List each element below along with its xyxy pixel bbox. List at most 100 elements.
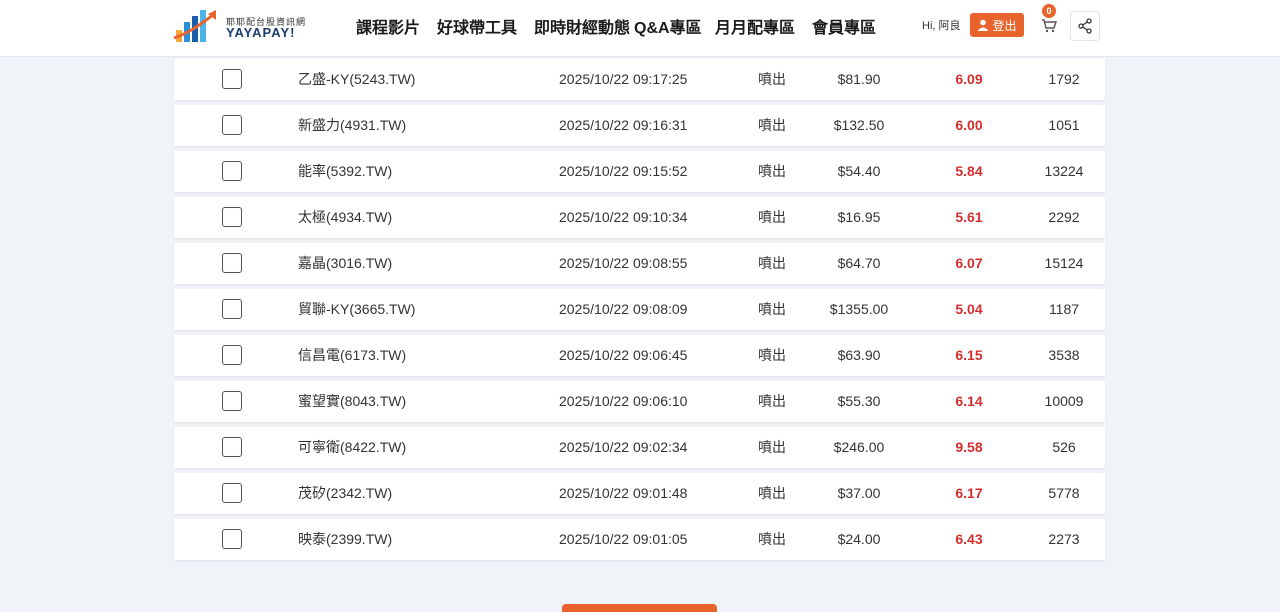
cart-count-badge: 0 (1042, 4, 1056, 18)
change-percent: 6.09 (955, 71, 983, 87)
nav-qa[interactable]: Q&A專區 (634, 14, 702, 38)
table-row: 可寧衛(8422.TW) 2025/10/22 09:02:34 噴出 $246… (174, 427, 1105, 468)
stock-name: 信昌電(6173.TW) (298, 347, 407, 363)
stock-alert-table: 乙盛-KY(5243.TW) 2025/10/22 09:17:25 噴出 $8… (174, 59, 1105, 565)
stock-price: $63.90 (837, 347, 881, 363)
table-row: 映泰(2399.TW) 2025/10/22 09:01:05 噴出 $24.0… (174, 519, 1105, 560)
user-icon (977, 19, 989, 31)
change-percent: 5.84 (955, 163, 983, 179)
stock-price: $246.00 (833, 439, 885, 455)
share-icon (1078, 18, 1092, 34)
change-percent: 6.43 (955, 531, 983, 547)
trade-volume: 10009 (1044, 393, 1084, 409)
row-checkbox[interactable] (222, 529, 242, 549)
change-percent: 6.15 (955, 347, 983, 363)
alert-time: 2025/10/22 09:10:34 (559, 209, 688, 225)
alert-type: 噴出 (758, 439, 786, 455)
logo-bars-icon (173, 10, 216, 42)
alert-type: 噴出 (758, 209, 786, 225)
table-row: 蜜望實(8043.TW) 2025/10/22 09:06:10 噴出 $55.… (174, 381, 1105, 422)
alert-type: 噴出 (758, 255, 786, 271)
table-row: 信昌電(6173.TW) 2025/10/22 09:06:45 噴出 $63.… (174, 335, 1105, 376)
alert-time: 2025/10/22 09:15:52 (559, 163, 688, 179)
nav-monthly-dividend[interactable]: 月月配專區 (715, 14, 795, 38)
stock-name: 能率(5392.TW) (298, 163, 393, 179)
trade-volume: 1792 (1048, 71, 1080, 87)
change-percent: 5.04 (955, 301, 983, 317)
share-button[interactable] (1070, 11, 1100, 41)
row-checkbox[interactable] (222, 207, 242, 227)
trade-volume: 5778 (1048, 485, 1080, 501)
trade-volume: 2273 (1048, 531, 1080, 547)
alert-type: 噴出 (758, 347, 786, 363)
nav-courses[interactable]: 課程影片 (356, 14, 420, 38)
stock-name: 新盛力(4931.TW) (298, 117, 407, 133)
alert-time: 2025/10/22 09:02:34 (559, 439, 688, 455)
row-checkbox[interactable] (222, 345, 242, 365)
change-percent: 5.61 (955, 209, 983, 225)
row-checkbox[interactable] (222, 115, 242, 135)
stock-price: $37.00 (837, 485, 881, 501)
row-checkbox[interactable] (222, 483, 242, 503)
trade-volume: 526 (1052, 439, 1076, 455)
row-checkbox[interactable] (222, 161, 242, 181)
logo-brand: YAYAPAY! (226, 25, 296, 40)
row-checkbox[interactable] (222, 253, 242, 273)
table-row: 貿聯-KY(3665.TW) 2025/10/22 09:08:09 噴出 $1… (174, 289, 1105, 330)
cart-icon (1042, 19, 1057, 33)
alert-time: 2025/10/22 09:06:45 (559, 347, 688, 363)
trade-volume: 2292 (1048, 209, 1080, 225)
logout-label: 登出 (992, 18, 1017, 33)
trade-volume: 1051 (1048, 117, 1080, 133)
change-percent: 6.00 (955, 117, 983, 133)
change-percent: 6.14 (955, 393, 983, 409)
load-more-button[interactable] (562, 604, 717, 612)
table-row: 茂矽(2342.TW) 2025/10/22 09:01:48 噴出 $37.0… (174, 473, 1105, 514)
stock-price: $16.95 (837, 209, 881, 225)
alert-type: 噴出 (758, 117, 786, 133)
stock-name: 乙盛-KY(5243.TW) (298, 71, 416, 87)
stock-name: 貿聯-KY(3665.TW) (298, 301, 416, 317)
table-row: 嘉晶(3016.TW) 2025/10/22 09:08:55 噴出 $64.7… (174, 243, 1105, 284)
alert-time: 2025/10/22 09:01:05 (559, 531, 688, 547)
row-checkbox[interactable] (222, 391, 242, 411)
trade-volume: 13224 (1044, 163, 1084, 179)
change-percent: 9.58 (955, 439, 983, 455)
table-row: 能率(5392.TW) 2025/10/22 09:15:52 噴出 $54.4… (174, 151, 1105, 192)
alert-time: 2025/10/22 09:08:55 (559, 255, 688, 271)
stock-name: 嘉晶(3016.TW) (298, 255, 393, 271)
alert-time: 2025/10/22 09:06:10 (559, 393, 688, 409)
stock-price: $132.50 (833, 117, 885, 133)
stock-name: 太極(4934.TW) (298, 209, 393, 225)
row-checkbox[interactable] (222, 299, 242, 319)
site-logo[interactable]: 耶耶配台股資訊網 YAYAPAY! (172, 6, 322, 46)
stock-price: $64.70 (837, 255, 881, 271)
alert-time: 2025/10/22 09:16:31 (559, 117, 688, 133)
change-percent: 6.07 (955, 255, 983, 271)
table-row: 新盛力(4931.TW) 2025/10/22 09:16:31 噴出 $132… (174, 105, 1105, 146)
table-row: 太極(4934.TW) 2025/10/22 09:10:34 噴出 $16.9… (174, 197, 1105, 238)
user-greeting: Hi, 阿良 (922, 20, 961, 32)
nav-member-area[interactable]: 會員專區 (812, 14, 876, 38)
trade-volume: 3538 (1048, 347, 1080, 363)
alert-type: 噴出 (758, 301, 786, 317)
table-row: 乙盛-KY(5243.TW) 2025/10/22 09:17:25 噴出 $8… (174, 59, 1105, 100)
row-checkbox[interactable] (222, 437, 242, 457)
top-header: 耶耶配台股資訊網 YAYAPAY! 課程影片 好球帶工具 即時財經動態 Q&A專… (0, 0, 1280, 57)
stock-name: 可寧衛(8422.TW) (298, 439, 407, 455)
change-percent: 6.17 (955, 485, 983, 501)
trade-volume: 15124 (1044, 255, 1084, 271)
nav-strike-zone-tool[interactable]: 好球帶工具 (437, 14, 517, 38)
stock-name: 茂矽(2342.TW) (298, 485, 393, 501)
stock-price: $1355.00 (829, 301, 889, 317)
stock-price: $55.30 (837, 393, 881, 409)
stock-price: $54.40 (837, 163, 881, 179)
stock-name: 蜜望實(8043.TW) (298, 393, 407, 409)
stock-price: $24.00 (837, 531, 881, 547)
nav-finance-news[interactable]: 即時財經動態 (534, 14, 630, 38)
alert-time: 2025/10/22 09:17:25 (559, 71, 688, 87)
alert-type: 噴出 (758, 393, 786, 409)
logout-button[interactable]: 登出 (970, 13, 1024, 37)
alert-type: 噴出 (758, 485, 786, 501)
row-checkbox[interactable] (222, 69, 242, 89)
